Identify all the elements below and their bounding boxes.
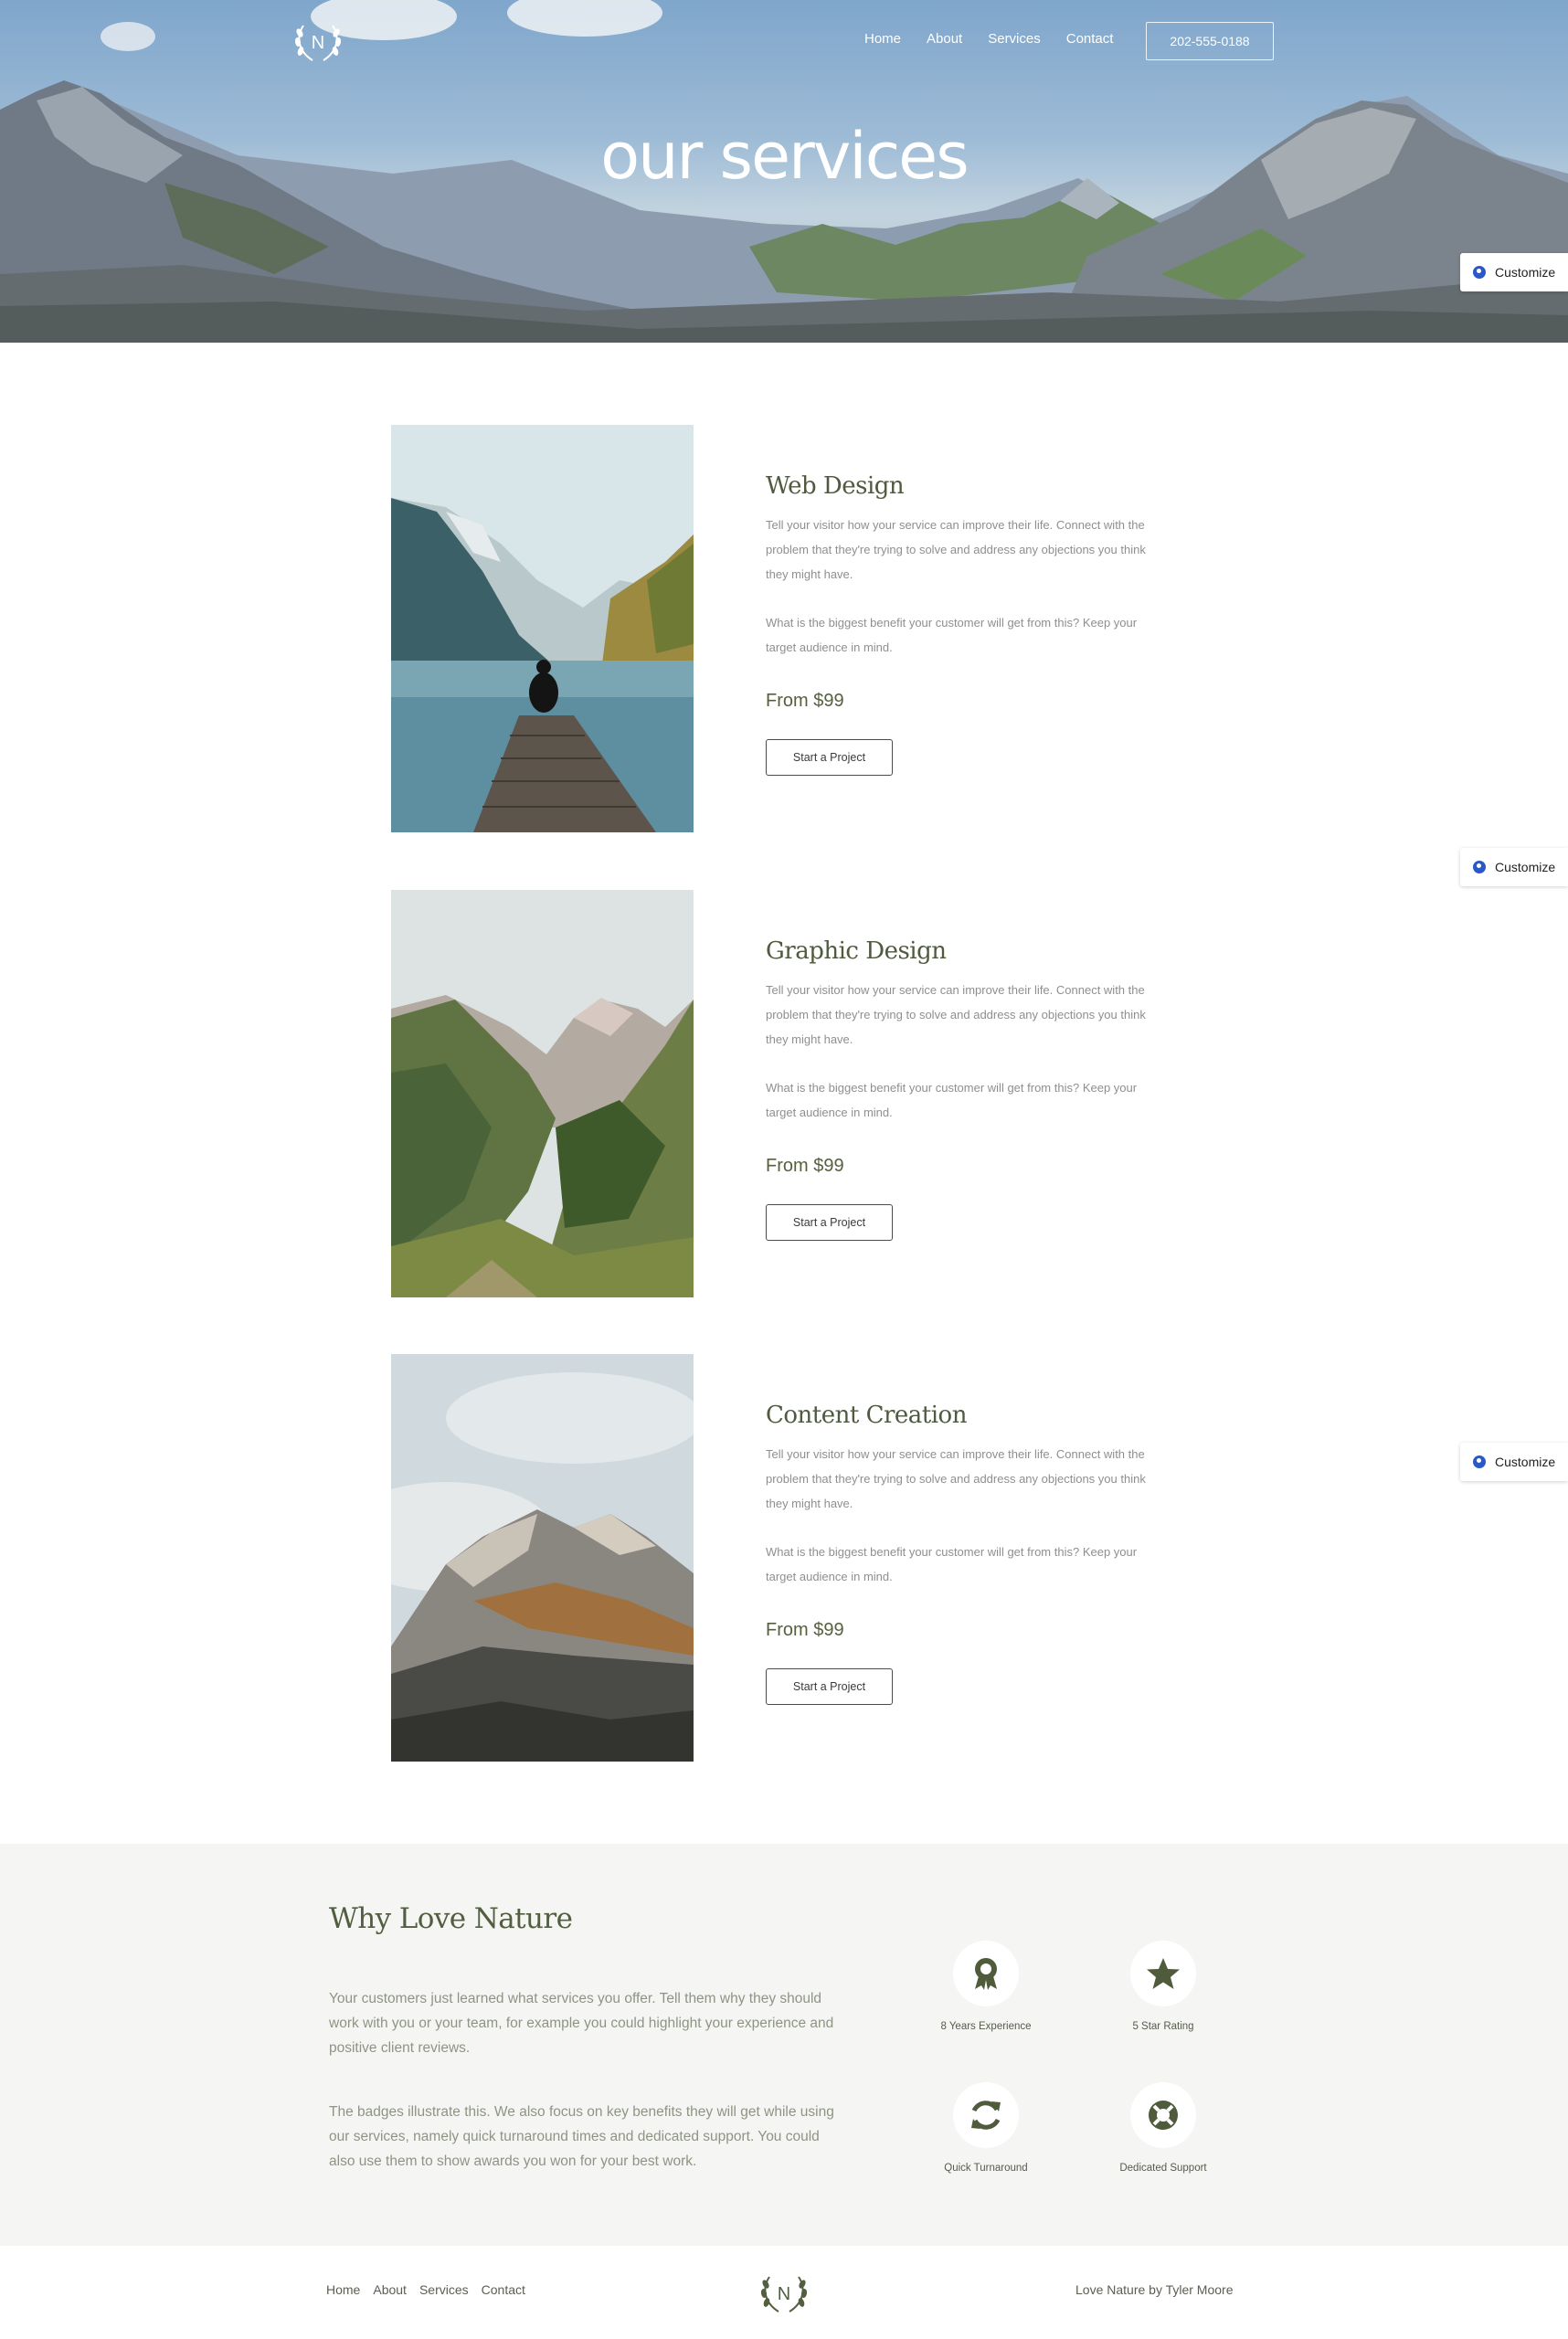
laurel-logo-icon[interactable]: N xyxy=(291,16,345,68)
star-icon xyxy=(1147,1958,1180,1989)
badge-label: 8 Years Experience xyxy=(940,2021,1032,2032)
rocky-peak-photo xyxy=(391,1354,694,1762)
service-price: From $99 xyxy=(766,691,844,711)
customize-label: Customize xyxy=(1495,265,1556,280)
service-title: Web Design xyxy=(766,472,905,500)
start-project-button[interactable]: Start a Project xyxy=(766,1204,893,1241)
service-description: Tell your visitor how your service can i… xyxy=(766,983,1146,1046)
palette-icon xyxy=(1473,266,1486,279)
refresh-icon xyxy=(971,2101,1001,2130)
nav-services[interactable]: Services xyxy=(988,31,1041,47)
customize-label: Customize xyxy=(1495,1455,1556,1469)
customize-button[interactable]: Customize xyxy=(1460,1443,1568,1481)
service-price: From $99 xyxy=(766,1620,844,1640)
award-icon xyxy=(975,1958,997,1990)
nav-home[interactable]: Home xyxy=(864,31,901,47)
logo-letter: N xyxy=(778,2284,790,2304)
hero-banner: N Home About Services Contact 202-555-01… xyxy=(0,0,1568,343)
footer-nav-contact[interactable]: Contact xyxy=(482,2282,525,2297)
footer: Home About Services Contact N Love Natur… xyxy=(0,2246,1568,2339)
badge-label: Dedicated Support xyxy=(1119,2163,1207,2174)
badge-label: Quick Turnaround xyxy=(944,2163,1028,2174)
badge-experience: 8 Years Experience xyxy=(913,1941,1059,2032)
customize-button[interactable]: Customize xyxy=(1460,848,1568,886)
customize-label: Customize xyxy=(1495,860,1556,874)
laurel-logo-icon[interactable]: N xyxy=(757,2268,811,2319)
customize-button[interactable]: Customize xyxy=(1460,253,1568,291)
service-web-design: Web Design Tell your visitor how your se… xyxy=(391,425,1213,832)
phone-button[interactable]: 202-555-0188 xyxy=(1146,22,1274,60)
main-nav: Home About Services Contact xyxy=(864,31,1113,47)
valley-photo xyxy=(391,890,694,1297)
service-benefit: What is the biggest benefit your custome… xyxy=(766,616,1138,654)
why-paragraph: Your customers just learned what service… xyxy=(329,1991,834,2056)
nav-contact[interactable]: Contact xyxy=(1066,31,1114,47)
footer-nav-services[interactable]: Services xyxy=(419,2282,469,2297)
footer-nav-home[interactable]: Home xyxy=(326,2282,360,2297)
service-benefit: What is the biggest benefit your custome… xyxy=(766,1545,1138,1583)
badge-support: Dedicated Support xyxy=(1090,2082,1236,2174)
badge-circle xyxy=(1130,2082,1196,2148)
service-benefit: What is the biggest benefit your custome… xyxy=(766,1081,1138,1119)
lake-dock-photo xyxy=(391,425,694,832)
footer-nav-about[interactable]: About xyxy=(373,2282,407,2297)
badge-turnaround: Quick Turnaround xyxy=(913,2082,1059,2174)
palette-icon xyxy=(1473,861,1486,873)
start-project-button[interactable]: Start a Project xyxy=(766,1668,893,1705)
service-graphic-design: Graphic Design Tell your visitor how you… xyxy=(391,890,1213,1297)
badge-circle xyxy=(1130,1941,1196,2006)
service-title: Content Creation xyxy=(766,1402,967,1429)
badge-rating: 5 Star Rating xyxy=(1090,1941,1236,2032)
service-description: Tell your visitor how your service can i… xyxy=(766,1447,1146,1510)
service-title: Graphic Design xyxy=(766,937,947,965)
service-price: From $99 xyxy=(766,1156,844,1176)
lifebuoy-icon xyxy=(1149,2101,1178,2130)
service-content-creation: Content Creation Tell your visitor how y… xyxy=(391,1354,1213,1762)
service-info: Graphic Design Tell your visitor how you… xyxy=(766,937,1186,1241)
why-section: Why Love Nature Your customers just lear… xyxy=(0,1844,1568,2246)
nav-about[interactable]: About xyxy=(927,31,962,47)
palette-icon xyxy=(1473,1455,1486,1468)
service-info: Content Creation Tell your visitor how y… xyxy=(766,1402,1186,1705)
page-title: our services xyxy=(600,119,969,194)
footer-credit: Love Nature by Tyler Moore xyxy=(1075,2282,1234,2297)
service-description: Tell your visitor how your service can i… xyxy=(766,518,1146,581)
why-title: Why Love Nature xyxy=(329,1902,573,1935)
service-info: Web Design Tell your visitor how your se… xyxy=(766,472,1186,776)
badge-circle xyxy=(953,2082,1019,2148)
badge-circle xyxy=(953,1941,1019,2006)
start-project-button[interactable]: Start a Project xyxy=(766,739,893,776)
logo-letter: N xyxy=(312,33,324,53)
badge-label: 5 Star Rating xyxy=(1132,2021,1194,2032)
why-paragraph: The badges illustrate this. We also focu… xyxy=(329,2104,834,2169)
footer-nav: Home About Services Contact xyxy=(326,2282,525,2297)
